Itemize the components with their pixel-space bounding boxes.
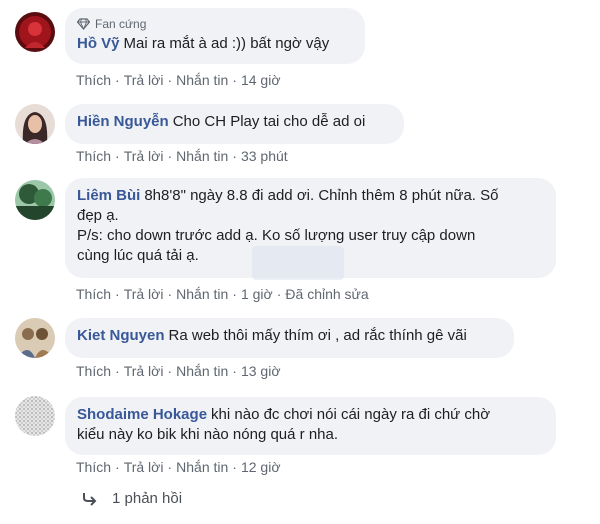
message-link[interactable]: Nhắn tin xyxy=(176,148,228,164)
reply-arrow-icon xyxy=(83,492,97,506)
comment-actions: Thích · Trả lời · Nhắn tin · 12 giờ xyxy=(76,458,281,476)
comment-actions: Thích · Trả lời · Nhắn tin · 1 giờ · Đã chỉnh sử… xyxy=(76,285,369,303)
message-link[interactable]: Nhắn tin xyxy=(176,286,228,302)
comment-text-line: kiểu này ko bik khi nào nóng quá r nha. xyxy=(77,426,339,443)
avatar[interactable] xyxy=(15,396,55,436)
comment-bubble: Kiet Nguyen Ra web thôi mấy thím ơi , ad … xyxy=(65,318,514,358)
separator: · xyxy=(232,286,237,302)
edited-label[interactable]: Đã chỉnh sửa xyxy=(285,286,368,302)
timestamp[interactable]: 13 giờ xyxy=(241,363,281,379)
timestamp[interactable]: 33 phút xyxy=(241,148,288,164)
comment-bubble: Hiền Nguyễn Cho CH Play tai cho dễ ad oi xyxy=(65,104,404,144)
separator: · xyxy=(167,148,173,164)
timestamp[interactable]: 1 giờ xyxy=(241,286,273,302)
like-link[interactable]: Thích xyxy=(76,148,111,164)
comment-text-line: P/s: cho down trước add ạ. Ko số lượng u… xyxy=(77,227,476,244)
comment-text: Ra web thôi mấy thím ơi , ad rắc thính g… xyxy=(168,327,467,344)
replies-count: 1 phản hồi xyxy=(112,490,183,507)
comment-text-line: khi nào đc chơi nói cái ngày ra đi chứ c… xyxy=(211,406,491,423)
separator: · xyxy=(232,363,237,379)
comment-actions: Thích · Trả lời · Nhắn tin · 13 giờ xyxy=(76,362,281,380)
comment-author[interactable]: Kiet Nguyen xyxy=(77,327,165,344)
avatar[interactable] xyxy=(15,12,55,52)
separator: · xyxy=(115,286,120,302)
reply-link[interactable]: Trả lời xyxy=(124,286,164,302)
watermark xyxy=(252,246,344,280)
timestamp[interactable]: 14 giờ xyxy=(241,72,281,88)
reply-link[interactable]: Trả lời xyxy=(124,363,164,379)
separator: · xyxy=(276,286,282,302)
comment-text-line: 8h8'8" ngày 8.8 đi add ơi. Chỉnh thêm 8 … xyxy=(144,187,499,204)
separator: · xyxy=(232,459,237,475)
message-link[interactable]: Nhắn tin xyxy=(176,459,228,475)
comment-author[interactable]: Hồ Vỹ xyxy=(77,35,120,52)
view-replies-link[interactable]: 1 phản hồi xyxy=(82,490,182,507)
comment-author[interactable]: Liêm Bùi xyxy=(77,187,140,204)
separator: · xyxy=(115,72,120,88)
timestamp[interactable]: 12 giờ xyxy=(241,459,281,475)
comment-text-line: đẹp ạ. xyxy=(77,207,119,224)
separator: · xyxy=(167,459,173,475)
separator: · xyxy=(232,148,237,164)
comment-author[interactable]: Shodaime Hokage xyxy=(77,406,207,423)
message-link[interactable]: Nhắn tin xyxy=(176,72,228,88)
avatar[interactable] xyxy=(15,104,55,144)
like-link[interactable]: Thích xyxy=(76,459,111,475)
avatar[interactable] xyxy=(15,180,55,220)
comment-text: Mai ra mắt à ad :)) bất ngờ vậy xyxy=(123,35,330,52)
like-link[interactable]: Thích xyxy=(76,286,111,302)
reply-link[interactable]: Trả lời xyxy=(124,459,164,475)
separator: · xyxy=(115,363,120,379)
comment-author[interactable]: Hiền Nguyễn xyxy=(77,113,169,130)
like-link[interactable]: Thích xyxy=(76,363,111,379)
comment-bubble: Shodaime Hokage khi nào đc chơi nói cái n… xyxy=(65,397,556,455)
comment-bubble: Fan cứng Hồ Vỹ Mai ra mắt à ad :)) bất ng… xyxy=(65,8,365,64)
separator: · xyxy=(167,286,173,302)
separator: · xyxy=(115,459,120,475)
badge-label: Fan cứng xyxy=(95,17,147,31)
message-link[interactable]: Nhắn tin xyxy=(176,363,228,379)
separator: · xyxy=(232,72,237,88)
separator: · xyxy=(167,363,173,379)
comment-actions: Thích · Trả lời · Nhắn tin · 33 phút xyxy=(76,147,288,165)
like-link[interactable]: Thích xyxy=(76,72,111,88)
reply-link[interactable]: Trả lời xyxy=(124,148,164,164)
separator: · xyxy=(167,72,173,88)
fan-badge: Fan cứng xyxy=(77,16,353,32)
separator: · xyxy=(115,148,120,164)
comment-actions: Thích · Trả lời · Nhắn tin · 14 giờ xyxy=(76,71,281,89)
avatar[interactable] xyxy=(15,318,55,358)
comment-text: Cho CH Play tai cho dễ ad oi xyxy=(172,113,366,130)
diamond-icon xyxy=(77,18,90,30)
reply-link[interactable]: Trả lời xyxy=(124,72,164,88)
